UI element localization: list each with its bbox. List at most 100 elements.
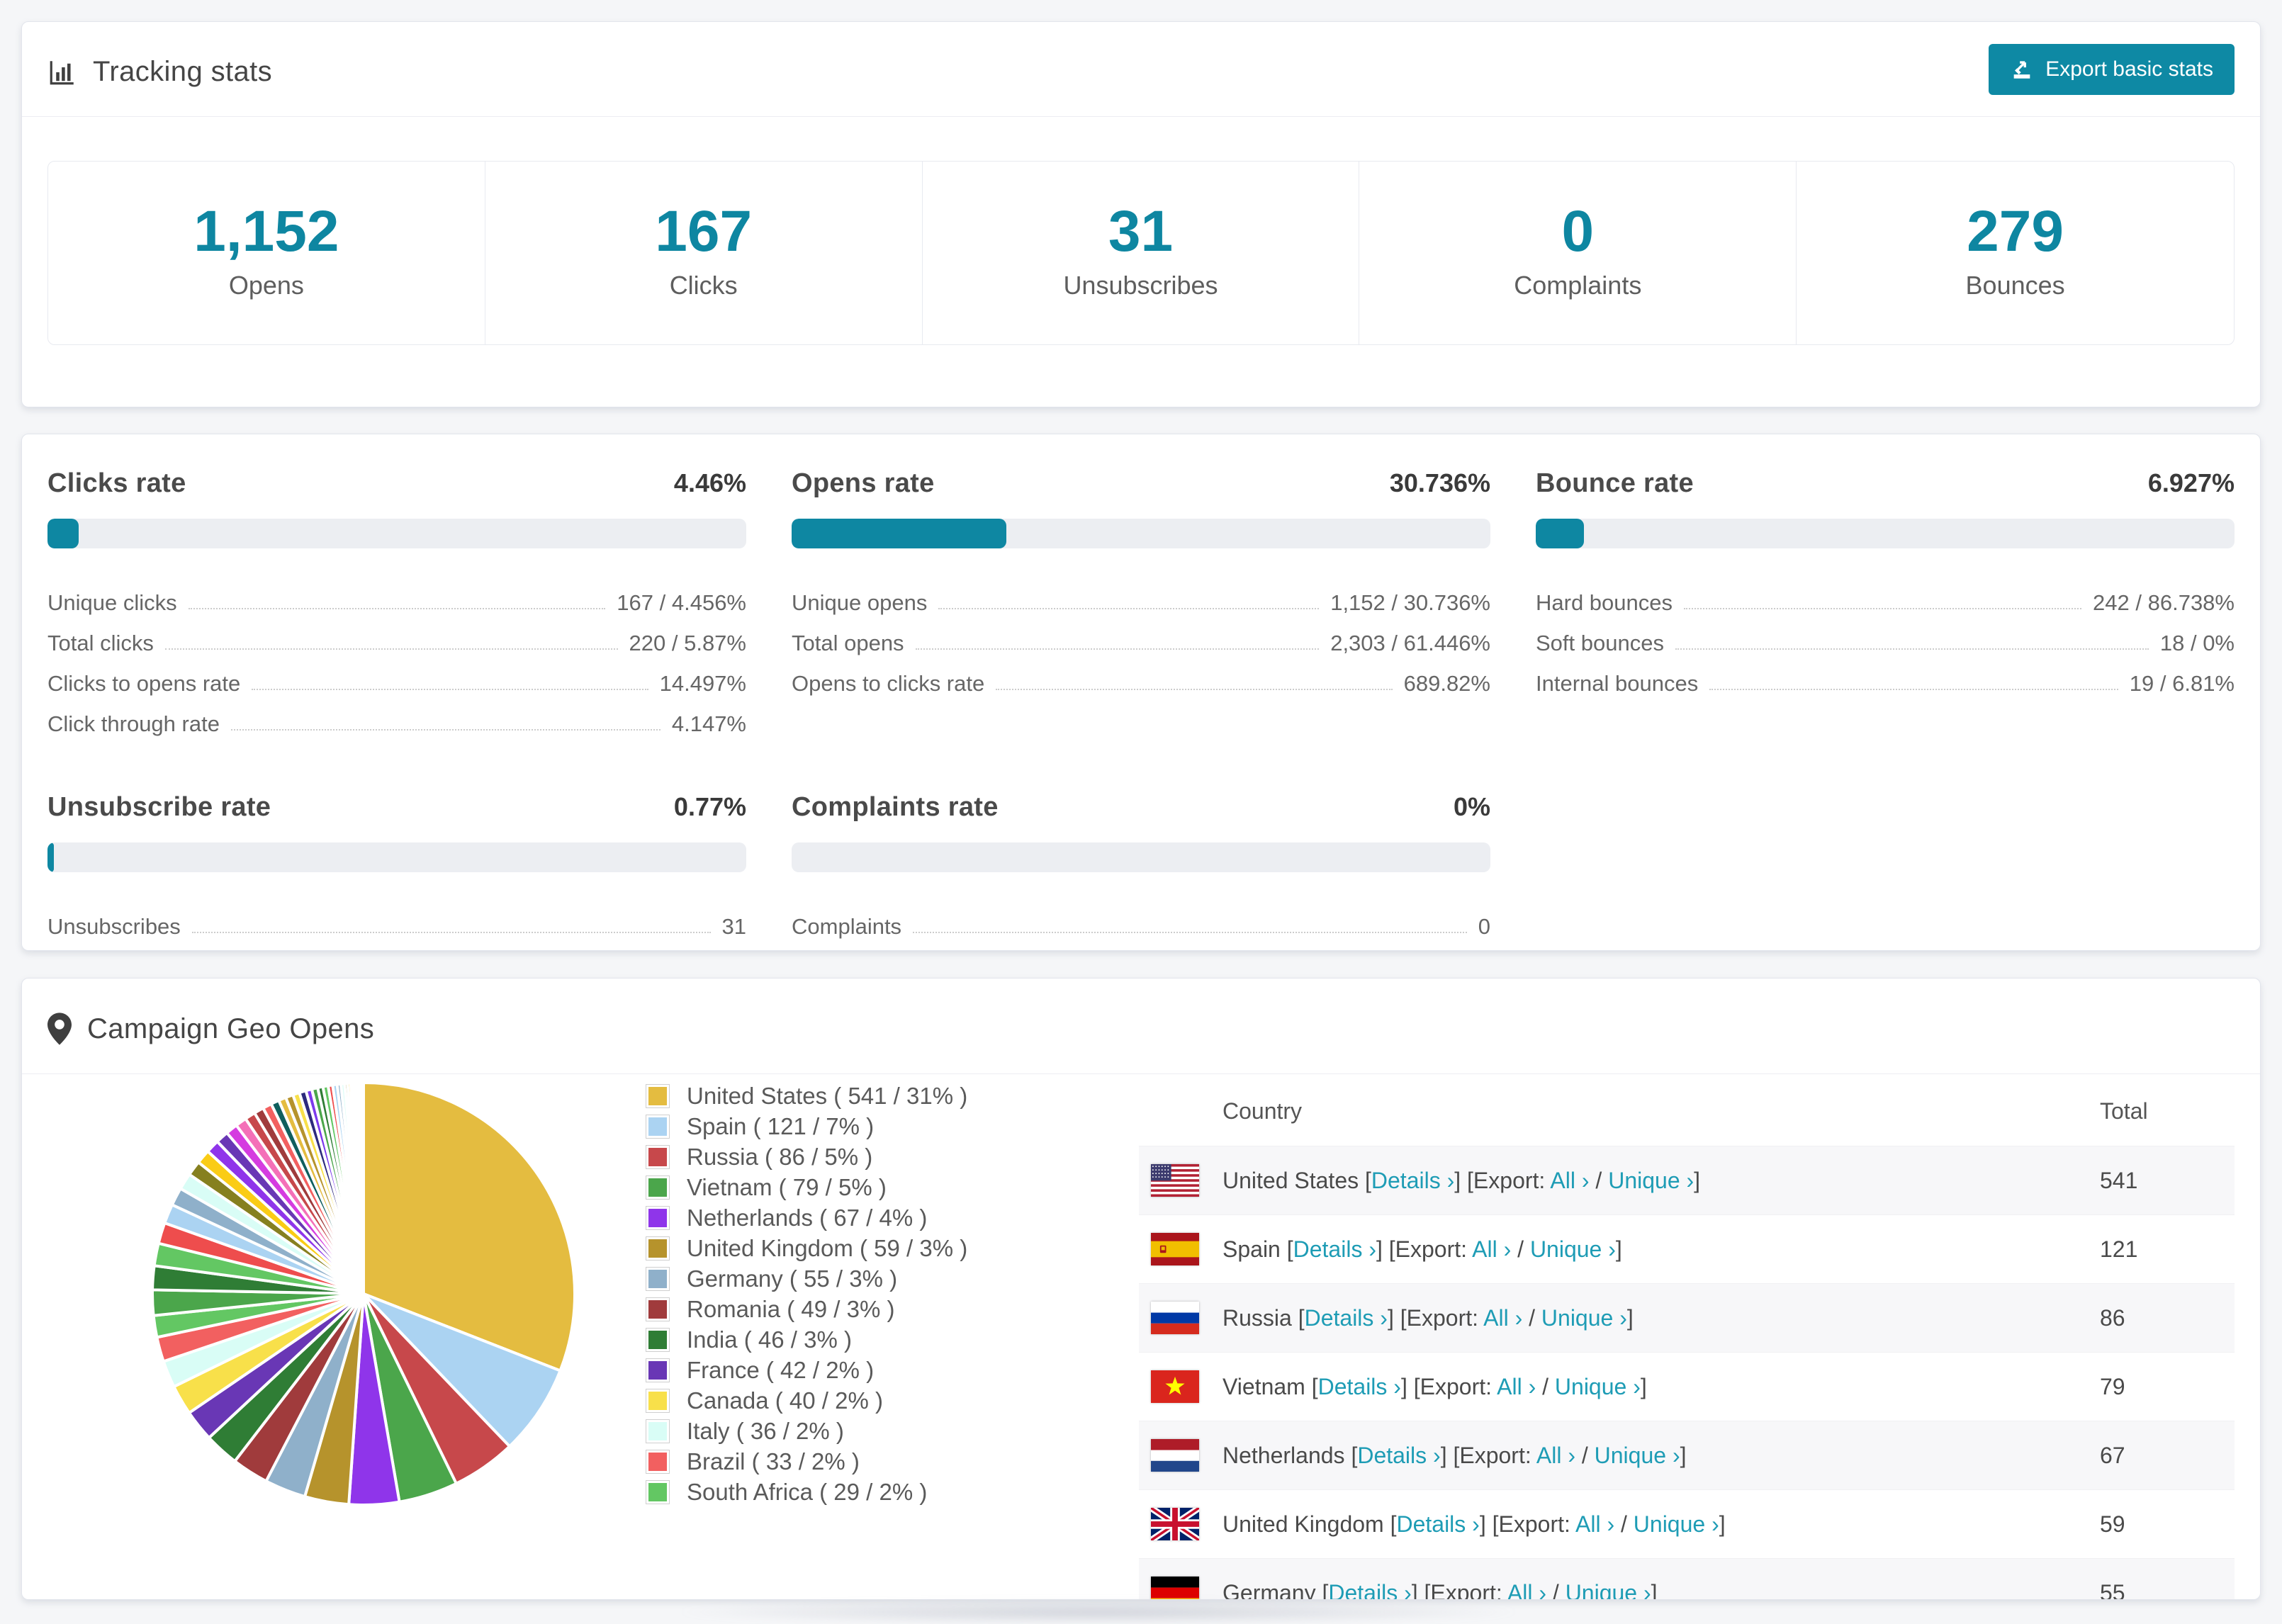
details-link[interactable]: Details › xyxy=(1357,1443,1440,1468)
stat-label-unsubscribes: Unsubscribes xyxy=(1063,271,1218,300)
geo-title: Campaign Geo Opens xyxy=(47,1013,374,1045)
stat-cell-unsubscribes: 31 Unsubscribes xyxy=(923,162,1360,344)
metric-title-unsubscribe-rate: Unsubscribe rate xyxy=(47,792,271,822)
metric-row-complaints: Complaints 0 xyxy=(792,899,1490,940)
export-all-link[interactable]: All › xyxy=(1472,1236,1511,1262)
campaign-geo-opens-card: Campaign Geo Opens United States ( 541 /… xyxy=(21,978,2261,1600)
details-link[interactable]: Details › xyxy=(1371,1168,1454,1193)
details-link[interactable]: Details › xyxy=(1293,1236,1376,1262)
total-cell-spain: 121 xyxy=(2100,1236,2138,1262)
pie-slice-other-37[interactable] xyxy=(360,1081,365,1295)
geo-pie-legend: United States ( 541 / 31% ) Spain ( 121 /… xyxy=(646,1084,1099,1511)
legend-swatch-vietnam xyxy=(646,1175,670,1200)
export-unique-link[interactable]: Unique › xyxy=(1555,1374,1641,1399)
details-link[interactable]: Details › xyxy=(1305,1305,1388,1331)
dotted-leader xyxy=(1675,648,2149,650)
total-cell-united-kingdom: 59 xyxy=(2100,1511,2125,1537)
metric-row-label: Unsubscribes xyxy=(47,914,181,939)
country-name: Germany xyxy=(1222,1579,1316,1600)
metric-title-complaints-rate: Complaints rate xyxy=(792,792,999,822)
flag-ru-icon xyxy=(1151,1302,1199,1334)
details-link[interactable]: Details › xyxy=(1328,1580,1411,1600)
export-all-link[interactable]: All › xyxy=(1575,1511,1614,1537)
total-cell-united-states: 541 xyxy=(2100,1167,2138,1193)
column-header-country: Country xyxy=(1222,1098,1303,1124)
metric-row-hard-bounces: Hard bounces 242 / 86.738% xyxy=(1536,575,2235,616)
metric-title-clicks-rate: Clicks rate xyxy=(47,468,186,498)
metric-row-label: Total opens xyxy=(792,631,904,655)
export-all-link[interactable]: All › xyxy=(1536,1443,1575,1468)
export-all-link[interactable]: All › xyxy=(1550,1168,1589,1193)
export-unique-link[interactable]: Unique › xyxy=(1566,1580,1651,1600)
flag-us-icon xyxy=(1151,1164,1199,1197)
legend-label-united-states: United States ( 541 / 31% ) xyxy=(687,1083,968,1109)
export-unique-link[interactable]: Unique › xyxy=(1530,1236,1616,1262)
metric-clicks-rate: Clicks rate 4.46% Unique clicks 167 / 4.456… xyxy=(47,468,746,737)
dotted-leader xyxy=(938,608,1320,609)
legend-swatch-brazil xyxy=(646,1450,670,1474)
country-name: United States xyxy=(1222,1167,1359,1193)
legend-label-netherlands: Netherlands ( 67 / 4% ) xyxy=(687,1205,928,1231)
legend-item-spain: Spain ( 121 / 7% ) xyxy=(646,1115,1099,1139)
legend-swatch-south-africa xyxy=(646,1480,670,1504)
metric-row-value: 689.82% xyxy=(1403,671,1490,696)
geo-header: Campaign Geo Opens xyxy=(22,979,2260,1074)
geo-pie-wrap xyxy=(147,1077,580,1514)
metric-row-unique-opens: Unique opens 1,152 / 30.736% xyxy=(792,575,1490,616)
metric-bar-clicks-rate xyxy=(47,519,746,548)
map-pin-icon xyxy=(47,1013,72,1045)
export-unique-link[interactable]: Unique › xyxy=(1541,1305,1627,1331)
stat-value-opens: 1,152 xyxy=(193,199,339,264)
country-cell-united-states: United States [Details ›] [Export: All ›… xyxy=(1222,1167,1701,1193)
table-row-netherlands: Netherlands [Details ›] [Export: All › /… xyxy=(1139,1421,2235,1489)
legend-label-germany: Germany ( 55 / 3% ) xyxy=(687,1265,898,1292)
stat-cell-opens: 1,152 Opens xyxy=(48,162,485,344)
geo-pie-chart[interactable] xyxy=(147,1077,580,1511)
column-header-total: Total xyxy=(2100,1098,2148,1124)
dotted-leader xyxy=(188,608,606,609)
legend-item-russia: Russia ( 86 / 5% ) xyxy=(646,1145,1099,1169)
details-link[interactable]: Details › xyxy=(1396,1511,1479,1537)
metric-title-opens-rate: Opens rate xyxy=(792,468,935,498)
metric-row-value: 18 / 0% xyxy=(2159,631,2235,655)
legend-label-france: France ( 42 / 2% ) xyxy=(687,1357,875,1383)
metric-row-value: 242 / 86.738% xyxy=(2093,590,2235,615)
country-cell-united-kingdom: United Kingdom [Details ›] [Export: All … xyxy=(1222,1511,1726,1537)
export-unique-link[interactable]: Unique › xyxy=(1608,1168,1694,1193)
export-basic-stats-label: Export basic stats xyxy=(2045,57,2213,81)
metric-row-label: Total clicks xyxy=(47,631,154,655)
dotted-leader xyxy=(913,932,1467,933)
rates-card: Clicks rate 4.46% Unique clicks 167 / 4.456… xyxy=(21,434,2261,951)
legend-swatch-india xyxy=(646,1328,670,1352)
legend-item-united-states: United States ( 541 / 31% ) xyxy=(646,1084,1099,1108)
bar-chart-icon xyxy=(50,60,74,84)
export-all-link[interactable]: All › xyxy=(1483,1305,1522,1331)
table-row-spain: Spain [Details ›] [Export: All › / Uniqu… xyxy=(1139,1214,2235,1283)
metric-row-label: Opens to clicks rate xyxy=(792,671,985,696)
export-all-link[interactable]: All › xyxy=(1507,1580,1546,1600)
export-basic-stats-button[interactable]: Export basic stats xyxy=(1989,43,2235,95)
dotted-leader xyxy=(1709,689,2118,690)
flag-es-icon xyxy=(1151,1233,1199,1265)
legend-label-south-africa: South Africa ( 29 / 2% ) xyxy=(687,1479,928,1505)
legend-item-france: France ( 42 / 2% ) xyxy=(646,1358,1099,1382)
geo-body: United States ( 541 / 31% ) Spain ( 121 /… xyxy=(22,1074,2260,1600)
total-cell-netherlands: 67 xyxy=(2100,1442,2125,1468)
metric-bar-opens-rate xyxy=(792,519,1490,548)
legend-label-italy: Italy ( 36 / 2% ) xyxy=(687,1418,844,1444)
details-link[interactable]: Details › xyxy=(1318,1374,1401,1399)
country-cell-spain: Spain [Details ›] [Export: All › / Uniqu… xyxy=(1222,1236,1622,1262)
export-unique-link[interactable]: Unique › xyxy=(1595,1443,1680,1468)
metric-row-click-through-rate: Click through rate 4.147% xyxy=(47,697,746,737)
export-all-link[interactable]: All › xyxy=(1497,1374,1536,1399)
export-unique-link[interactable]: Unique › xyxy=(1634,1511,1719,1537)
dotted-leader xyxy=(252,689,648,690)
legend-label-united-kingdom: United Kingdom ( 59 / 3% ) xyxy=(687,1235,968,1261)
country-cell-netherlands: Netherlands [Details ›] [Export: All › /… xyxy=(1222,1442,1687,1468)
metric-row-value: 31 xyxy=(721,914,746,939)
metric-row-label: Clicks to opens rate xyxy=(47,671,241,696)
total-cell-germany: 55 xyxy=(2100,1579,2125,1600)
metric-value-opens-rate: 30.736% xyxy=(1389,468,1490,497)
metric-value-bounce-rate: 6.927% xyxy=(2147,468,2235,497)
table-row-vietnam: Vietnam [Details ›] [Export: All › / Uni… xyxy=(1139,1352,2235,1421)
